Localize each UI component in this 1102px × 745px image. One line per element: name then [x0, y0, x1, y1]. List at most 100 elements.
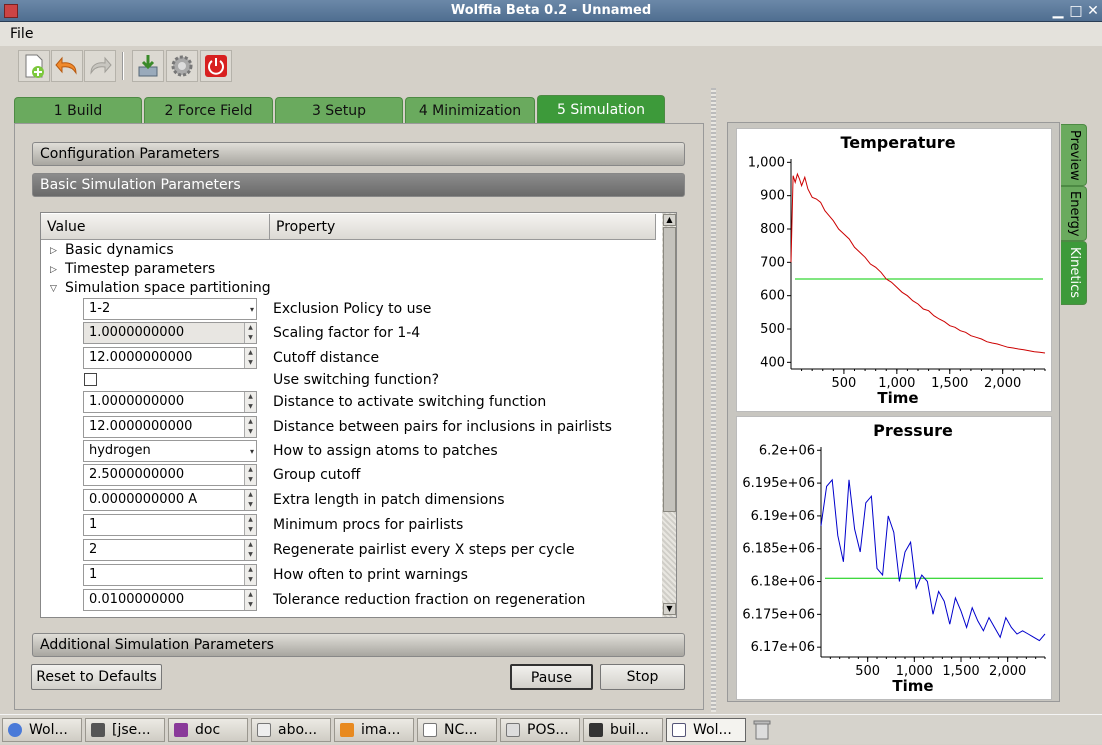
reset-defaults-button[interactable]: Reset to Defaults — [31, 664, 162, 690]
y-tick-label: 6.185e+06 — [742, 542, 815, 557]
extra-length-value: 0.0000000000 A — [89, 492, 198, 507]
group-timestep-parameters[interactable]: Timestep parameters — [65, 261, 215, 277]
basic-sim-params-section[interactable]: Basic Simulation Parameters — [32, 173, 685, 197]
pairlist-distance-value: 12.0000000000 — [89, 419, 193, 434]
tab-energy[interactable]: Energy — [1061, 186, 1087, 241]
collapse-icon[interactable]: ▽ — [50, 284, 57, 294]
scroll-down-icon[interactable]: ▼ — [663, 603, 676, 615]
maximize-icon[interactable]: □ — [1068, 3, 1084, 19]
spin-arrows-icon[interactable]: ▲ ▼ — [244, 515, 256, 535]
group-cutoff-spinbox[interactable]: 2.5000000000 ▲ ▼ — [83, 464, 257, 486]
y-tick-label: 600 — [760, 289, 785, 304]
y-tick-label: 700 — [760, 255, 785, 270]
spin-arrows-icon[interactable]: ▲ ▼ — [244, 490, 256, 510]
trash-icon[interactable] — [752, 719, 772, 741]
minimize-icon[interactable]: ▁ — [1050, 3, 1066, 19]
taskbar-item[interactable]: abo... — [251, 718, 331, 742]
power-icon[interactable] — [200, 50, 232, 82]
y-tick-label: 900 — [760, 189, 785, 204]
spin-arrows-icon[interactable]: ▲ ▼ — [244, 323, 256, 343]
pause-button[interactable]: Pause — [510, 664, 593, 690]
taskbar-label: abo... — [278, 722, 318, 738]
switch-distance-value: 1.0000000000 — [89, 394, 185, 409]
exclusion-policy-select[interactable]: 1-2 ▾ — [83, 298, 257, 320]
taskbar-item[interactable]: doc — [168, 718, 248, 742]
close-icon[interactable]: ✕ — [1085, 3, 1101, 19]
taskbar-item[interactable]: NC... — [417, 718, 497, 742]
stop-button[interactable]: Stop — [600, 664, 685, 690]
expand-icon[interactable]: ▷ — [50, 265, 57, 275]
tolerance-reduction-spinbox[interactable]: 0.0100000000 ▲ ▼ — [83, 589, 257, 611]
new-file-icon[interactable] — [18, 50, 50, 82]
spin-arrows-icon[interactable]: ▲ ▼ — [244, 348, 256, 368]
scroll-up-icon[interactable]: ▲ — [663, 214, 676, 226]
y-tick-label: 6.17e+06 — [751, 640, 815, 655]
property-label: Exclusion Policy to use — [273, 301, 432, 317]
undo-icon[interactable] — [51, 50, 83, 82]
group-simulation-space-partitioning[interactable]: Simulation space partitioning — [65, 280, 271, 296]
title-bar[interactable]: Wolffia Beta 0.2 - Unnamed ▁ □ ✕ — [0, 0, 1102, 22]
property-label: Cutoff distance — [273, 350, 380, 366]
spin-arrows-icon[interactable]: ▲ ▼ — [244, 465, 256, 485]
chart-title: Pressure — [873, 421, 953, 440]
taskbar-item[interactable]: Wol... — [666, 718, 746, 742]
taskbar-item[interactable]: [jse... — [85, 718, 165, 742]
column-header-property[interactable]: Property — [270, 214, 656, 240]
x-tick-label: 2,000 — [984, 376, 1021, 391]
tab-preview[interactable]: Preview — [1061, 124, 1087, 186]
spin-arrows-icon[interactable]: ▲ ▼ — [244, 540, 256, 560]
column-header-value[interactable]: Value — [41, 214, 270, 240]
tab-force-field[interactable]: 2 Force Field — [144, 97, 273, 123]
group-basic-dynamics[interactable]: Basic dynamics — [65, 242, 174, 258]
chevron-down-icon: ▾ — [249, 305, 254, 314]
switching-function-checkbox[interactable] — [84, 373, 97, 386]
taskbar-item[interactable]: POS... — [500, 718, 580, 742]
y-tick-label: 800 — [760, 222, 785, 237]
menu-file[interactable]: File — [10, 26, 33, 42]
terminal-icon — [91, 723, 105, 737]
spin-arrows-icon[interactable]: ▲ ▼ — [244, 417, 256, 437]
taskbar: Wol... [jse... doc abo... ima... NC... P… — [0, 714, 1102, 744]
taskbar-item[interactable]: Wol... — [2, 718, 82, 742]
switch-distance-spinbox[interactable]: 1.0000000000 ▲ ▼ — [83, 391, 257, 413]
tab-build[interactable]: 1 Build — [14, 97, 142, 123]
y-tick-label: 1,000 — [748, 155, 785, 170]
x-tick-label: 500 — [832, 376, 857, 391]
chart-title: Temperature — [840, 133, 955, 152]
print-warnings-value: 1 — [89, 567, 98, 582]
additional-sim-params-section[interactable]: Additional Simulation Parameters — [32, 633, 685, 657]
pairlist-distance-spinbox[interactable]: 12.0000000000 ▲ ▼ — [83, 416, 257, 438]
spin-arrows-icon[interactable]: ▲ ▼ — [244, 392, 256, 412]
taskbar-item[interactable]: ima... — [334, 718, 414, 742]
spin-arrows-icon[interactable]: ▲ ▼ — [244, 565, 256, 585]
atom-assignment-select[interactable]: hydrogen ▾ — [83, 440, 257, 462]
taskbar-label: Wol... — [693, 722, 732, 738]
tree-scrollbar[interactable]: ▲ ▼ — [662, 213, 676, 617]
expand-icon[interactable]: ▷ — [50, 246, 57, 256]
config-params-section[interactable]: Configuration Parameters — [32, 142, 685, 166]
property-label: How often to print warnings — [273, 567, 468, 583]
min-procs-spinbox[interactable]: 1 ▲ ▼ — [83, 514, 257, 536]
scaling-factor-spinbox[interactable]: 1.0000000000 ▲ ▼ — [83, 322, 257, 344]
pdf-icon — [423, 723, 437, 737]
print-warnings-spinbox[interactable]: 1 ▲ ▼ — [83, 564, 257, 586]
regenerate-pairlist-spinbox[interactable]: 2 ▲ ▼ — [83, 539, 257, 561]
series-line — [820, 478, 1046, 642]
scaling-factor-value: 1.0000000000 — [89, 325, 185, 340]
cutoff-distance-spinbox[interactable]: 12.0000000000 ▲ ▼ — [83, 347, 257, 369]
save-icon[interactable] — [132, 50, 164, 82]
scrollbar-thumb[interactable] — [663, 227, 676, 512]
property-label: Distance between pairs for inclusions in… — [273, 419, 612, 435]
tab-kinetics[interactable]: Kinetics — [1061, 241, 1087, 305]
tab-setup[interactable]: 3 Setup — [275, 97, 403, 123]
settings-icon[interactable] — [166, 50, 198, 82]
tab-simulation[interactable]: 5 Simulation — [537, 95, 665, 124]
y-tick-label: 500 — [760, 322, 785, 337]
redo-icon[interactable] — [84, 50, 116, 82]
tab-minimization[interactable]: 4 Minimization — [405, 97, 535, 123]
pane-splitter[interactable] — [711, 88, 716, 712]
y-tick-label: 400 — [760, 355, 785, 370]
spin-arrows-icon[interactable]: ▲ ▼ — [244, 590, 256, 610]
extra-length-spinbox[interactable]: 0.0000000000 A ▲ ▼ — [83, 489, 257, 511]
taskbar-item[interactable]: buil... — [583, 718, 663, 742]
